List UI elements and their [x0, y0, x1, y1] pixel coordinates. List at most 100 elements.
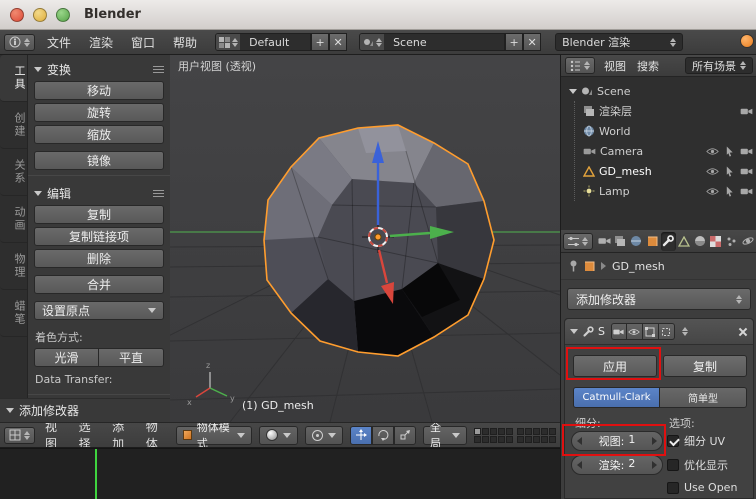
vp-menu-select[interactable]: 选择: [76, 423, 103, 447]
screen-layout-add-button[interactable]: +: [311, 33, 330, 51]
checkbox-icon[interactable]: [667, 459, 679, 471]
delete-modifier-button[interactable]: [738, 327, 748, 337]
editor-type-selector-outliner[interactable]: [565, 57, 595, 74]
tab-world[interactable]: [629, 232, 644, 251]
expand-icon[interactable]: [570, 329, 578, 334]
tab-modifiers[interactable]: [660, 231, 676, 251]
tab-material[interactable]: [692, 232, 707, 251]
orientation-dropdown[interactable]: 全局: [423, 423, 467, 447]
editmode-toggle[interactable]: [642, 323, 659, 340]
scene-name[interactable]: Scene: [384, 34, 505, 50]
tab-physics[interactable]: [740, 232, 755, 251]
tab-render-layers[interactable]: [613, 232, 628, 251]
outliner-row-gd-mesh[interactable]: GD_mesh: [575, 161, 756, 181]
rotate-button[interactable]: 旋转: [34, 103, 164, 122]
screen-layout-close-button[interactable]: ✕: [329, 33, 348, 51]
menu-file[interactable]: 文件: [41, 32, 77, 53]
scene-add-button[interactable]: +: [505, 33, 524, 51]
timeline-region[interactable]: [0, 448, 560, 499]
cage-toggle[interactable]: [658, 323, 675, 340]
pin-icon[interactable]: [569, 260, 578, 272]
cursor-select-icon[interactable]: [725, 166, 734, 177]
menu-help[interactable]: 帮助: [167, 32, 203, 53]
shading-dropdown[interactable]: [259, 425, 298, 445]
outliner-menu-view[interactable]: 视图: [602, 57, 628, 75]
outliner-row-renderlayers[interactable]: 渲染层: [575, 101, 756, 121]
add-modifier-dropdown[interactable]: 添加修改器: [567, 288, 751, 310]
window-minimize-button[interactable]: [33, 7, 47, 22]
cursor-select-icon[interactable]: [725, 146, 734, 157]
outliner-row-lamp[interactable]: Lamp: [575, 181, 756, 201]
move-modifier-updown[interactable]: [681, 327, 688, 336]
mirror-button[interactable]: 镜像: [34, 151, 164, 170]
camera-icon[interactable]: [740, 187, 753, 196]
tab-object-data[interactable]: [677, 232, 692, 251]
subdivide-uv-checkbox[interactable]: 细分 UV: [667, 433, 725, 449]
tool-tab-grease-pencil[interactable]: 蜡笔: [0, 290, 27, 337]
decrement-icon[interactable]: [577, 461, 582, 469]
panel-menu-icon[interactable]: [153, 66, 164, 73]
panel-header-edit[interactable]: 编辑: [28, 181, 170, 205]
scale-button[interactable]: 缩放: [34, 125, 164, 144]
vp-menu-add[interactable]: 添加: [109, 423, 136, 447]
vp-menu-object[interactable]: 物体: [143, 423, 170, 447]
cursor-select-icon[interactable]: [725, 186, 734, 197]
realtime-toggle[interactable]: [626, 323, 643, 340]
window-close-button[interactable]: [10, 7, 24, 22]
editor-type-selector-info[interactable]: [4, 33, 35, 51]
camera-icon[interactable]: [740, 167, 753, 176]
join-button[interactable]: 合并: [34, 275, 164, 294]
timeline-playhead[interactable]: [95, 449, 97, 499]
checkbox-checked-icon[interactable]: [667, 435, 679, 447]
render-subdivisions-field[interactable]: 渲染: 2: [571, 455, 663, 475]
eye-icon[interactable]: [706, 147, 719, 156]
tab-texture[interactable]: [708, 232, 723, 251]
shade-smooth-button[interactable]: 光滑: [34, 348, 99, 367]
copy-button[interactable]: 复制: [663, 355, 747, 377]
editor-type-selector-properties[interactable]: [563, 232, 593, 250]
scale-toggle-button[interactable]: [394, 425, 416, 445]
delete-button[interactable]: 删除: [34, 249, 164, 268]
translate-toggle-button[interactable]: [350, 425, 372, 445]
checkbox-icon[interactable]: [667, 481, 679, 494]
outliner-menu-search[interactable]: 搜索: [635, 57, 661, 75]
camera-icon[interactable]: [740, 147, 753, 156]
tool-tab-tools[interactable]: 工具: [0, 55, 27, 102]
outliner-row-scene[interactable]: Scene: [561, 81, 756, 101]
eye-icon[interactable]: [706, 167, 719, 176]
menu-window[interactable]: 窗口: [125, 32, 161, 53]
mode-dropdown[interactable]: 物体模式: [176, 423, 252, 447]
panel-menu-icon[interactable]: [153, 190, 164, 197]
tab-particles[interactable]: [724, 232, 739, 251]
use-opensubdiv-checkbox[interactable]: Use Open: [667, 481, 737, 494]
increment-icon[interactable]: [652, 461, 657, 469]
pivot-dropdown[interactable]: [305, 425, 343, 445]
outliner-display-filter[interactable]: 所有场景: [685, 57, 753, 74]
screen-layout-browser[interactable]: Default: [215, 33, 312, 51]
panel-header-transform[interactable]: 变换: [28, 57, 170, 81]
outliner-row-world[interactable]: World: [575, 121, 756, 141]
panel-header-add-modifier[interactable]: 添加修改器: [0, 398, 170, 422]
tool-tab-physics[interactable]: 物理: [0, 243, 27, 290]
outliner-row-camera[interactable]: Camera: [575, 141, 756, 161]
rotate-toggle-button[interactable]: [372, 425, 394, 445]
tool-tab-create[interactable]: 创建: [0, 102, 27, 149]
tool-tab-relations[interactable]: 关系: [0, 149, 27, 196]
set-origin-button[interactable]: 设置原点: [34, 301, 164, 320]
render-toggle[interactable]: [610, 323, 627, 340]
screen-layout-name[interactable]: Default: [240, 34, 311, 50]
optimal-display-checkbox[interactable]: 优化显示: [667, 457, 728, 473]
duplicate-button[interactable]: 复制: [34, 205, 164, 224]
modifier-name[interactable]: S: [598, 325, 605, 338]
camera-icon[interactable]: [740, 107, 753, 116]
window-maximize-button[interactable]: [56, 7, 70, 22]
layer-group-1[interactable]: [473, 427, 513, 443]
eye-icon[interactable]: [706, 187, 719, 196]
move-button[interactable]: 移动: [34, 81, 164, 100]
duplicate-linked-button[interactable]: 复制链接项: [34, 227, 164, 246]
tab-object[interactable]: [645, 232, 660, 251]
vp-menu-view[interactable]: 视图: [42, 423, 69, 447]
subdivision-type-simple[interactable]: 简单型: [660, 387, 747, 408]
render-engine-select[interactable]: Blender 渲染: [555, 33, 684, 51]
modifier-header[interactable]: S: [565, 319, 753, 345]
